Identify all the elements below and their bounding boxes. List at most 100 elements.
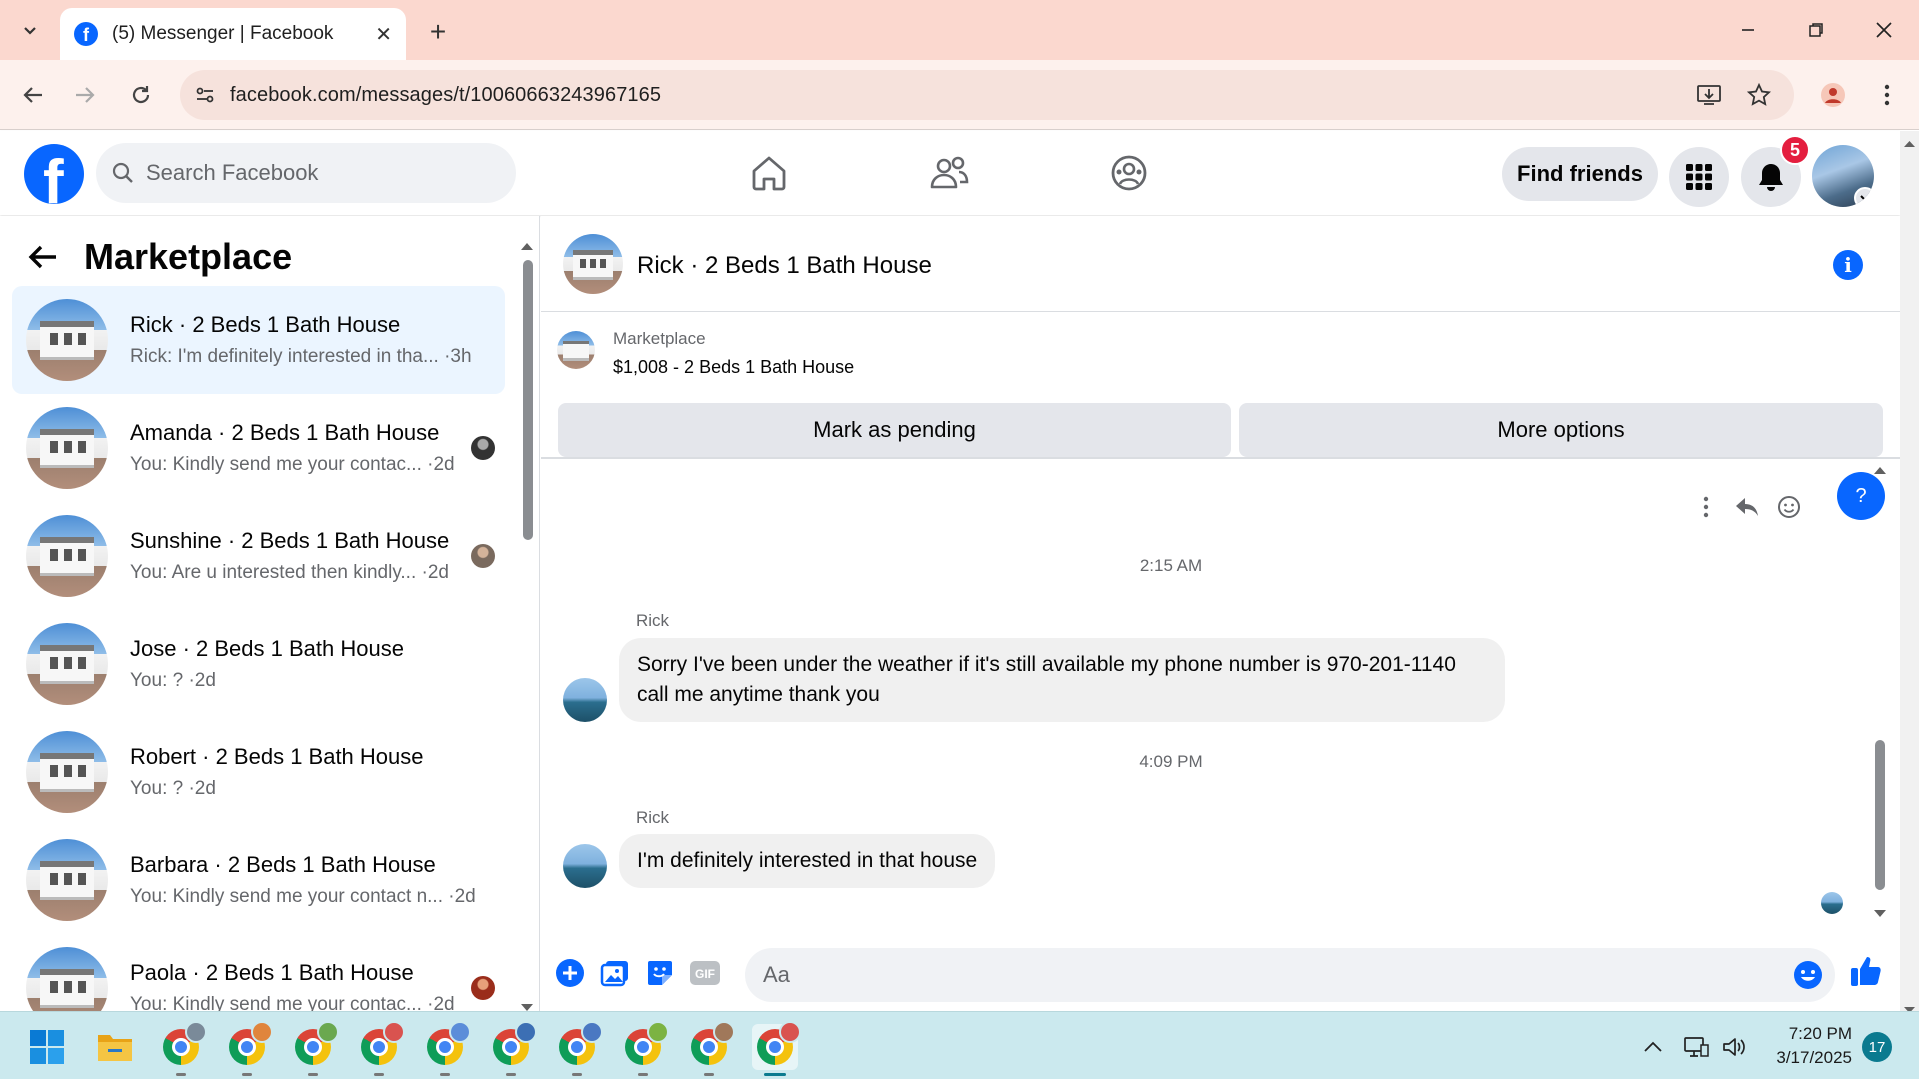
sender-avatar[interactable] bbox=[563, 844, 607, 888]
conversation-item[interactable]: Amanda · 2 Beds 1 Bath House You: Kindly… bbox=[12, 394, 505, 502]
read-receipt-avatar bbox=[1821, 892, 1843, 914]
start-button[interactable] bbox=[24, 1024, 70, 1070]
forward-button[interactable] bbox=[64, 74, 106, 116]
message-input[interactable] bbox=[763, 962, 1743, 988]
address-bar[interactable]: facebook.com/messages/t/1006066324396716… bbox=[180, 70, 1794, 120]
taskbar-chrome-9[interactable] bbox=[686, 1021, 735, 1076]
conversation-name: Rick · 2 Beds 1 Bath House bbox=[130, 312, 401, 337]
taskbar-chrome-1[interactable] bbox=[158, 1021, 207, 1076]
mark-pending-button[interactable]: Mark as pending bbox=[558, 403, 1231, 457]
marketplace-listing-card: Marketplace $1,008 - 2 Beds 1 Bath House… bbox=[541, 313, 1900, 459]
taskbar-chrome-5[interactable] bbox=[422, 1021, 471, 1076]
taskbar-chrome-4[interactable] bbox=[356, 1021, 405, 1076]
taskbar-chrome-6[interactable] bbox=[488, 1021, 537, 1076]
account-avatar[interactable] bbox=[1812, 145, 1874, 207]
chat-avatar[interactable] bbox=[563, 234, 623, 294]
notification-center-badge[interactable]: 17 bbox=[1862, 1032, 1892, 1062]
scroll-up-icon bbox=[521, 243, 533, 250]
conversation-name: Robert · 2 Beds 1 Bath House bbox=[130, 744, 424, 769]
conversation-item[interactable]: Rick · 2 Beds 1 Bath House Rick: I'm def… bbox=[12, 286, 505, 394]
listing-thumbnail bbox=[26, 515, 108, 597]
like-button[interactable] bbox=[1847, 952, 1885, 990]
back-button[interactable] bbox=[12, 74, 54, 116]
chrome-icon bbox=[625, 1021, 669, 1065]
bookmark-button[interactable] bbox=[1738, 74, 1780, 116]
reply-button[interactable] bbox=[1727, 482, 1767, 532]
windows-logo-icon bbox=[30, 1030, 64, 1064]
install-app-button[interactable] bbox=[1688, 74, 1730, 116]
scroll-up-icon bbox=[1904, 141, 1915, 147]
back-arrow-icon[interactable] bbox=[28, 244, 58, 270]
system-clock[interactable]: 7:20 PM 3/17/2025 bbox=[1766, 1022, 1852, 1070]
conversation-item[interactable]: Jose · 2 Beds 1 Bath House You: ? ·2d bbox=[12, 610, 505, 718]
search-input[interactable] bbox=[146, 160, 466, 186]
browser-tab[interactable]: f (5) Messenger | Facebook ✕ bbox=[60, 8, 406, 60]
seen-avatar bbox=[471, 544, 495, 568]
message-bubble[interactable]: Sorry I've been under the weather if it'… bbox=[619, 638, 1505, 722]
facebook-logo-icon[interactable]: f bbox=[24, 144, 84, 204]
conversation-preview: You: Kindly send me your contac... ·2d bbox=[130, 454, 455, 475]
menu-button[interactable] bbox=[1669, 147, 1729, 207]
conversation-item[interactable]: Paola · 2 Beds 1 Bath House You: Kindly … bbox=[12, 934, 505, 1011]
info-icon[interactable]: i bbox=[1833, 250, 1863, 280]
search-box[interactable] bbox=[96, 143, 516, 203]
conversation-item[interactable]: Robert · 2 Beds 1 Bath House You: ? ·2d bbox=[12, 718, 505, 826]
more-options-button[interactable]: More options bbox=[1239, 403, 1883, 457]
groups-icon bbox=[1111, 155, 1147, 191]
nav-friends[interactable] bbox=[894, 141, 1004, 205]
minimize-button[interactable] bbox=[1718, 10, 1778, 50]
listing-title[interactable]: $1,008 - 2 Beds 1 Bath House bbox=[613, 357, 854, 378]
new-tab-button[interactable]: + bbox=[420, 14, 456, 50]
page-scrollbar[interactable] bbox=[1900, 131, 1919, 1013]
network-icon bbox=[1684, 1037, 1709, 1057]
tab-search-button[interactable] bbox=[10, 12, 50, 48]
network-button[interactable] bbox=[1676, 1024, 1716, 1070]
profile-button[interactable] bbox=[1812, 74, 1854, 116]
friends-icon bbox=[930, 156, 969, 189]
chrome-icon bbox=[361, 1021, 405, 1065]
emoji-icon[interactable] bbox=[1793, 960, 1823, 990]
react-button[interactable] bbox=[1769, 482, 1809, 532]
close-window-button[interactable] bbox=[1854, 10, 1914, 50]
more-actions-plus-button[interactable] bbox=[551, 954, 589, 992]
gif-button[interactable]: GIF bbox=[686, 954, 724, 992]
chat-title[interactable]: Rick · 2 Beds 1 Bath House bbox=[637, 252, 932, 280]
message-bubble[interactable]: I'm definitely interested in that house bbox=[619, 834, 996, 888]
browser-menu-button[interactable] bbox=[1866, 74, 1908, 116]
arrow-left-icon bbox=[23, 87, 42, 103]
listing-thumbnail bbox=[26, 407, 108, 489]
reload-button[interactable] bbox=[120, 74, 162, 116]
file-explorer-button[interactable] bbox=[92, 1024, 138, 1070]
conversation-list: Rick · 2 Beds 1 Bath House Rick: I'm def… bbox=[12, 286, 505, 1011]
nav-home[interactable] bbox=[714, 141, 824, 205]
browser-tab-strip: f (5) Messenger | Facebook ✕ + bbox=[0, 0, 1919, 60]
sticker-button[interactable] bbox=[641, 954, 679, 992]
sender-avatar[interactable] bbox=[563, 678, 607, 722]
taskbar-chrome-3[interactable] bbox=[290, 1021, 339, 1076]
sidebar-scrollbar[interactable] bbox=[518, 236, 536, 1011]
scroll-thumb[interactable] bbox=[1875, 740, 1885, 890]
volume-button[interactable] bbox=[1714, 1024, 1754, 1070]
taskbar-chrome-7[interactable] bbox=[554, 1021, 603, 1076]
chat-scrollbar[interactable] bbox=[1871, 460, 1889, 920]
site-info-icon[interactable] bbox=[180, 84, 230, 106]
show-hidden-icons-button[interactable] bbox=[1632, 1024, 1674, 1070]
more-actions-button[interactable] bbox=[1691, 482, 1721, 532]
restore-button[interactable] bbox=[1786, 10, 1846, 50]
conversation-item[interactable]: Sunshine · 2 Beds 1 Bath House You: Are … bbox=[12, 502, 505, 610]
nav-groups[interactable] bbox=[1074, 141, 1184, 205]
tab-close-icon[interactable]: ✕ bbox=[375, 22, 392, 47]
attach-media-button[interactable] bbox=[596, 954, 634, 992]
chevron-up-icon bbox=[1644, 1041, 1662, 1052]
chevron-down-icon bbox=[24, 27, 36, 35]
taskbar-chrome-active[interactable] bbox=[752, 1021, 801, 1076]
find-friends-button[interactable]: Find friends bbox=[1502, 147, 1658, 201]
scroll-thumb[interactable] bbox=[523, 260, 533, 540]
chevron-down-icon bbox=[1854, 187, 1874, 207]
bell-icon bbox=[1759, 164, 1783, 191]
seen-avatar bbox=[471, 436, 495, 460]
message-input-box[interactable] bbox=[745, 948, 1835, 1002]
taskbar-chrome-8[interactable] bbox=[620, 1021, 669, 1076]
taskbar-chrome-2[interactable] bbox=[224, 1021, 273, 1076]
conversation-item[interactable]: Barbara · 2 Beds 1 Bath House You: Kindl… bbox=[12, 826, 505, 934]
